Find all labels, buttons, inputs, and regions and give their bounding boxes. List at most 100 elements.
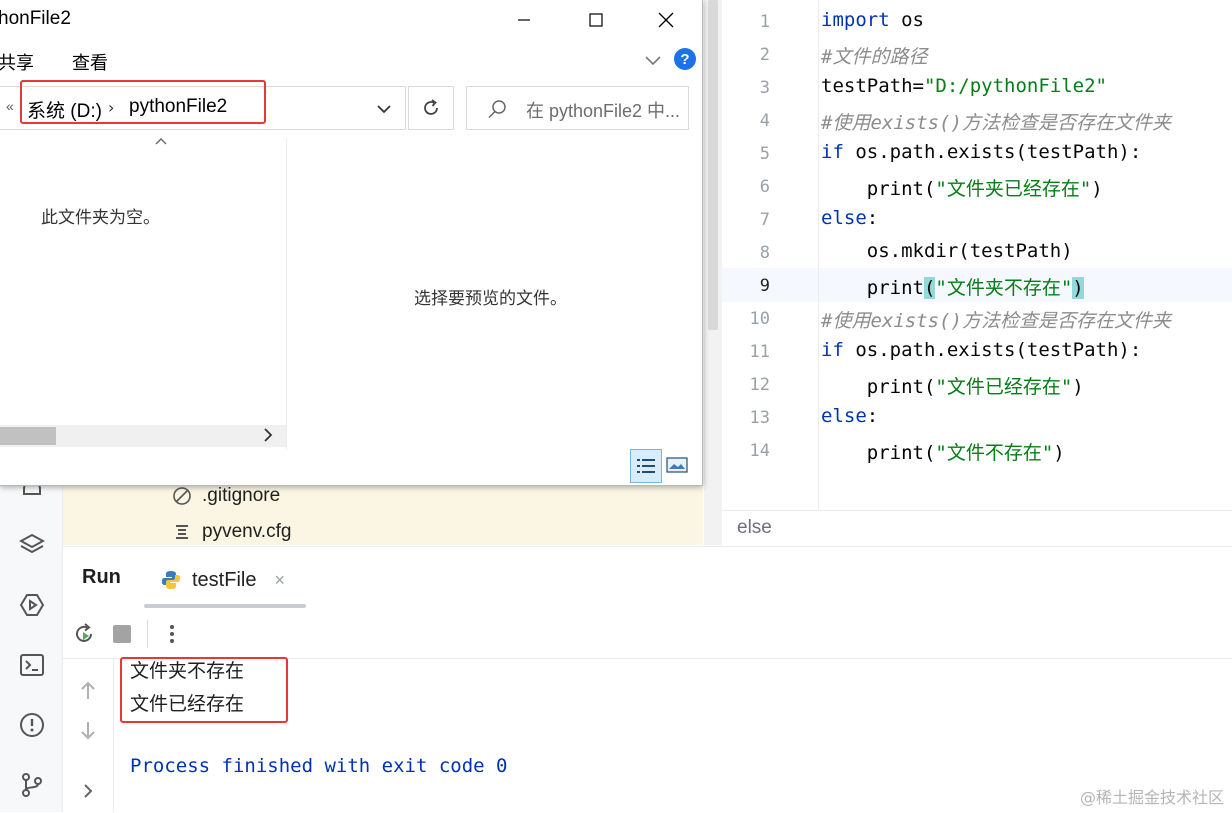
stop-icon[interactable] (113, 625, 131, 643)
preview-pane-message: 选择要预览的文件。 (414, 289, 567, 308)
code-line-12: print("文件已经存在") (821, 372, 1084, 399)
project-item-pyvenv[interactable]: pyvenv.cfg (172, 518, 291, 546)
help-icon[interactable]: ? (674, 48, 696, 70)
code-text: : (866, 405, 879, 427)
code-line-2: #文件的路径 (821, 46, 928, 68)
terminal-icon[interactable] (14, 647, 50, 683)
line-number: 8 (759, 243, 770, 263)
empty-folder-message: 此文件夹为空。 (41, 208, 160, 227)
line-number: 4 (759, 111, 770, 131)
refresh-button[interactable] (408, 86, 454, 130)
keyword: if (821, 339, 844, 361)
address-highlight-box (20, 80, 266, 124)
string-literal: "文件已经存在" (935, 376, 1073, 398)
code-line-9: print("文件夹不存在") (821, 273, 1084, 300)
arrow-up-icon[interactable] (78, 680, 98, 702)
editor-scrollbar-thumb[interactable] (708, 0, 718, 330)
string-literal: "文件夹不存在" (935, 277, 1073, 299)
maximize-button[interactable] (576, 4, 616, 36)
rerun-icon[interactable] (72, 622, 96, 646)
horizontal-scrollbar-thumb[interactable] (0, 427, 56, 445)
ignore-icon (173, 487, 191, 505)
line-number: 11 (749, 342, 770, 362)
editor-breadcrumb[interactable]: else (737, 517, 772, 539)
address-overflow-icon[interactable]: « (6, 98, 14, 114)
code-text: os.path.exists(testPath): (843, 141, 1142, 163)
ribbon-tab-view[interactable]: 查看 (72, 49, 108, 75)
arrow-down-icon[interactable] (78, 719, 98, 741)
string-literal: "文件夹已经存在" (935, 178, 1092, 200)
close-button[interactable] (646, 4, 686, 36)
code-text: ) (1091, 178, 1103, 200)
code-text: os (889, 9, 924, 31)
code-line-8: os.mkdir(testPath) (821, 240, 1073, 262)
chevron-up-icon[interactable] (154, 134, 168, 150)
chevron-down-icon[interactable] (643, 50, 663, 70)
string-literal: "文件不存在" (935, 442, 1054, 464)
code-text: print( (821, 442, 936, 464)
matched-brace: ) (1072, 277, 1084, 299)
line-number: 14 (749, 441, 770, 461)
line-number: 12 (749, 375, 770, 395)
chevron-right-icon[interactable] (80, 780, 96, 802)
chevron-down-icon[interactable] (375, 100, 393, 118)
code-text: testPath= (821, 75, 924, 97)
code-line-5: if os.path.exists(testPath): (821, 141, 1141, 163)
scroll-right-icon[interactable] (262, 426, 274, 448)
ribbon-tab-share[interactable]: 共享 (0, 49, 34, 75)
config-file-icon (176, 525, 188, 539)
run-tab-label: testFile (192, 568, 257, 591)
code-line-13: else: (821, 405, 878, 427)
output-highlight-box (120, 657, 288, 723)
more-options-icon[interactable] (164, 622, 180, 646)
string-literal: "D:/pythonFile2" (923, 75, 1107, 97)
search-icon (488, 100, 506, 119)
active-tab-indicator (144, 604, 306, 608)
gutter-divider (818, 0, 819, 510)
matched-brace: ( (923, 277, 936, 299)
git-icon[interactable] (14, 767, 50, 803)
code-text: print( (821, 178, 936, 200)
line-number: 1 (759, 12, 770, 32)
code-line-6: print("文件夹已经存在") (821, 174, 1103, 201)
minimize-button[interactable] (504, 4, 544, 36)
layers-icon[interactable] (14, 527, 50, 563)
services-icon[interactable] (14, 587, 50, 623)
details-view-button[interactable] (630, 449, 662, 483)
project-item-label: .gitignore (202, 485, 281, 506)
code-line-4: #使用exists()方法检查是否存在文件夹 (821, 112, 1171, 134)
run-panel-title: Run (82, 566, 121, 588)
navigation-pane[interactable] (0, 138, 287, 450)
process-exit-message: Process finished with exit code 0 (130, 755, 508, 777)
keyword: import (821, 9, 890, 31)
keyword: else (821, 405, 867, 427)
toolbar-separator (147, 620, 148, 648)
large-icons-view-icon[interactable] (666, 456, 688, 474)
code-text: print( (821, 376, 936, 398)
code-line-7: else: (821, 207, 878, 229)
problems-icon[interactable] (14, 707, 50, 743)
line-number: 5 (759, 144, 770, 164)
details-view-icon (637, 459, 655, 473)
code-text: : (866, 207, 879, 229)
search-placeholder: 在 pythonFile2 中... (526, 101, 681, 121)
project-item-gitignore[interactable]: .gitignore (172, 482, 280, 510)
line-number: 6 (759, 177, 770, 197)
line-number-current: 9 (759, 276, 770, 296)
line-number: 7 (759, 210, 770, 230)
run-tab-testfile[interactable]: testFile × (160, 562, 285, 598)
code-text: os.path.exists(testPath): (843, 339, 1142, 361)
line-number: 3 (759, 78, 770, 98)
code-text: print (821, 277, 924, 299)
line-number: 13 (749, 408, 770, 428)
editor-breadcrumb-bar (722, 510, 1232, 546)
code-line-11: if os.path.exists(testPath): (821, 339, 1141, 361)
window-title: honFile2 (0, 8, 71, 29)
code-line-3: testPath="D:/pythonFile2" (821, 75, 1107, 97)
close-icon[interactable]: × (274, 570, 285, 591)
code-line-1: import os (821, 9, 924, 31)
code-line-10: #使用exists()方法检查是否存在文件夹 (821, 310, 1171, 332)
watermark: @稀土掘金技术社区 (1079, 788, 1224, 807)
refresh-icon (424, 99, 438, 115)
minimize-icon (518, 19, 530, 21)
